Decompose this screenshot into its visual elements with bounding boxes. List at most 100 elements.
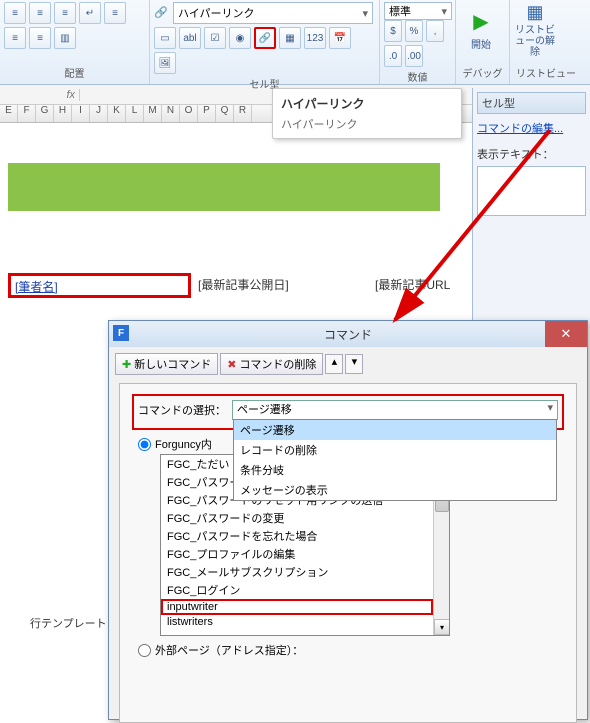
align-right-icon[interactable]: ≡ [29, 27, 51, 49]
command-option[interactable]: レコードの削除 [234, 440, 556, 460]
celltype-date-icon[interactable]: 📅 [329, 27, 351, 49]
chevron-down-icon: ▾ [362, 7, 368, 20]
merge-cells-icon[interactable]: ▥ [54, 27, 76, 49]
dialog-app-icon: F [113, 325, 129, 341]
command-edit-link[interactable]: コマンドの編集... [477, 120, 586, 136]
link-mini-icon: 🔗 [154, 2, 170, 22]
celltype-image-icon[interactable]: 🖼 [154, 52, 176, 74]
align-top-left-icon[interactable]: ≡ [4, 2, 26, 24]
internal-page-label: Forguncy内 [155, 436, 212, 452]
new-command-button[interactable]: ✚新しいコマンド [115, 353, 218, 375]
page-list-item[interactable]: FGC_ログイン [161, 581, 449, 599]
display-text-input[interactable] [477, 166, 586, 216]
latest-date-cell: [最新記事公開日] [198, 276, 289, 293]
align-center-icon[interactable]: ≡ [4, 27, 26, 49]
internal-page-radio[interactable] [138, 438, 151, 451]
play-icon: ▶ [473, 9, 488, 34]
page-list-item[interactable]: FGC_パスワードを忘れた場合 [161, 527, 449, 545]
tooltip-title: ハイパーリンク [281, 95, 453, 112]
column-header[interactable]: K [108, 105, 126, 122]
close-button[interactable]: ✕ [545, 321, 587, 347]
display-text-label: 表示テキスト： [477, 146, 586, 162]
command-type-value: ページ遷移 [237, 404, 292, 416]
celltype-hyperlink-icon[interactable]: 🔗 [254, 27, 276, 49]
number-format-value: 標準 [389, 3, 411, 19]
command-type-select[interactable]: ページ遷移 ▾ ページ遷移レコードの削除条件分岐メッセージの表示 [232, 400, 558, 420]
chevron-down-icon: ▾ [441, 5, 447, 18]
decimal-inc-icon[interactable]: .0 [384, 45, 402, 67]
listview-icon: ▦ [526, 2, 543, 23]
celltype-button-icon[interactable]: ▭ [154, 27, 176, 49]
align-left-icon[interactable]: ≡ [104, 2, 126, 24]
celltype-text-icon[interactable]: abl [179, 27, 201, 49]
currency-icon[interactable]: $ [384, 20, 402, 42]
page-list-item[interactable]: FGC_メールサブスクリプション [161, 563, 449, 581]
fx-label: fx [0, 89, 80, 101]
column-header[interactable]: F [18, 105, 36, 122]
group-number-label: 数値 [384, 67, 451, 86]
dialog-body: コマンドの選択： ページ遷移 ▾ ページ遷移レコードの削除条件分岐メッセージの表… [119, 383, 577, 723]
celltype-number-icon[interactable]: 123 [304, 27, 326, 49]
page-list-item[interactable]: inputwriter [161, 599, 433, 615]
percent-icon[interactable]: % [405, 20, 423, 42]
column-header[interactable]: I [72, 105, 90, 122]
column-header[interactable]: R [234, 105, 252, 122]
listview-release-label: リストビューの解除 [515, 25, 555, 58]
external-page-radio[interactable] [138, 644, 151, 657]
delete-command-button[interactable]: ✖コマンドの削除 [220, 353, 323, 375]
plus-icon: ✚ [122, 358, 131, 371]
column-header[interactable]: G [36, 105, 54, 122]
wrap-text-icon[interactable]: ↵ [79, 2, 101, 24]
listview-release-button[interactable]: ▦ リストビューの解除 [514, 2, 556, 58]
command-dialog: F コマンド ✕ ✚新しいコマンド ✖コマンドの削除 ▴ ▾ コマンドの選択： … [108, 320, 588, 720]
column-header[interactable]: O [180, 105, 198, 122]
align-top-right-icon[interactable]: ≡ [54, 2, 76, 24]
latest-url-cell: [最新記事URL [375, 276, 450, 293]
row-template-label: 行テンプレート [30, 615, 107, 631]
comma-icon[interactable]: , [426, 20, 444, 42]
dialog-toolbar: ✚新しいコマンド ✖コマンドの削除 ▴ ▾ [109, 347, 587, 381]
page-list-item[interactable]: FGC_パスワードの変更 [161, 509, 449, 527]
column-header[interactable]: E [0, 105, 18, 122]
page-list-item[interactable]: FGC_プロファイルの編集 [161, 545, 449, 563]
cell-type-dropdown[interactable]: ハイパーリンク ▾ [173, 2, 373, 24]
column-header[interactable]: N [162, 105, 180, 122]
scroll-down-button[interactable]: ▾ [434, 619, 450, 635]
move-up-button[interactable]: ▴ [325, 354, 343, 374]
decimal-dec-icon[interactable]: .00 [405, 45, 423, 67]
command-option[interactable]: メッセージの表示 [234, 480, 556, 500]
external-page-label: 外部ページ（アドレス指定）： [155, 642, 303, 658]
chevron-down-icon: ▾ [547, 401, 553, 414]
cell-type-value: ハイパーリンク [178, 5, 255, 21]
column-header[interactable]: P [198, 105, 216, 122]
command-select-label: コマンドの選択： [138, 402, 226, 418]
green-header-bar [8, 163, 440, 211]
side-panel: セル型 コマンドの編集... 表示テキスト： [472, 88, 590, 328]
hyperlink-tooltip: ハイパーリンク ハイパーリンク [272, 88, 462, 139]
ribbon: ≡ ≡ ≡ ↵ ≡ ≡ ≡ ▥ 配置 🔗 ハイパーリンク ▾ ▭ abl ☑ ◉… [0, 0, 590, 85]
group-debug-label: デバッグ [460, 63, 505, 82]
dialog-titlebar[interactable]: F コマンド ✕ [109, 321, 587, 347]
start-debug-button[interactable]: ▶ 開始 [460, 2, 502, 58]
column-header[interactable]: J [90, 105, 108, 122]
group-alignment-label: 配置 [4, 63, 145, 82]
author-hyperlink-cell[interactable]: [筆者名] [8, 273, 191, 298]
page-list-item[interactable]: listwriters [161, 615, 449, 629]
command-option[interactable]: 条件分岐 [234, 460, 556, 480]
move-down-button[interactable]: ▾ [345, 354, 363, 374]
column-header[interactable]: L [126, 105, 144, 122]
delete-icon: ✖ [227, 358, 236, 371]
number-format-dropdown[interactable]: 標準 ▾ [384, 2, 452, 20]
external-page-radio-row: 外部ページ（アドレス指定）： [138, 642, 564, 658]
group-listview-label: リストビュー [514, 63, 578, 82]
start-label: 開始 [471, 36, 491, 51]
column-header[interactable]: Q [216, 105, 234, 122]
celltype-checkbox-icon[interactable]: ☑ [204, 27, 226, 49]
column-header[interactable]: M [144, 105, 162, 122]
column-header[interactable]: H [54, 105, 72, 122]
celltype-radio-icon[interactable]: ◉ [229, 27, 251, 49]
align-top-center-icon[interactable]: ≡ [29, 2, 51, 24]
celltype-combo-icon[interactable]: ▦ [279, 27, 301, 49]
command-option[interactable]: ページ遷移 [234, 420, 556, 440]
command-select-highlight: コマンドの選択： ページ遷移 ▾ ページ遷移レコードの削除条件分岐メッセージの表… [132, 394, 564, 430]
